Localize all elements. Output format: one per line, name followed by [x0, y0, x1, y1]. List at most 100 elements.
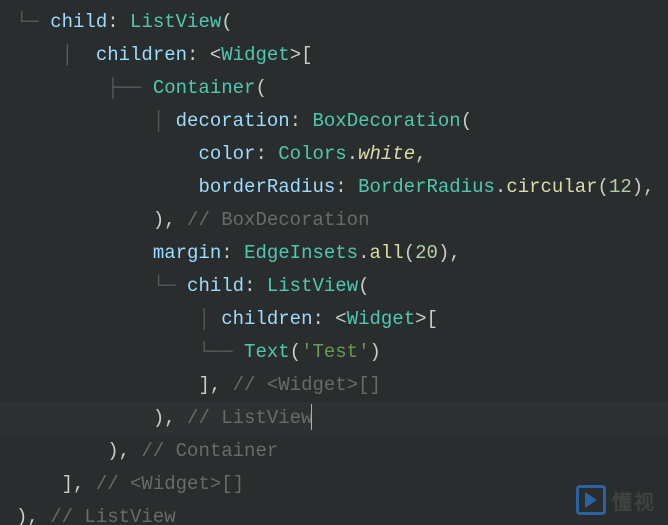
code-token: < [335, 308, 346, 330]
code-token: ( [221, 11, 232, 33]
code-line[interactable]: ├── Container( [0, 72, 668, 105]
code-token: 'Test' [301, 341, 369, 363]
code-token: : [335, 176, 358, 198]
code-token: . [495, 176, 506, 198]
code-token: Text [244, 341, 290, 363]
code-token: BorderRadius [358, 176, 495, 198]
code-token: circular [506, 176, 597, 198]
code-token: : [221, 242, 244, 264]
indent [16, 44, 62, 66]
indent [16, 440, 107, 462]
code-token: child [50, 11, 107, 33]
code-token: ) [632, 176, 643, 198]
code-token: ) [153, 209, 164, 231]
code-token: : [244, 275, 267, 297]
code-token: : [290, 110, 313, 132]
tree-guide: └─ [16, 11, 50, 33]
code-line[interactable]: ), // BoxDecoration [0, 204, 668, 237]
code-line[interactable]: │ children: <Widget>[ [0, 39, 668, 72]
code-token: ) [16, 506, 27, 525]
code-token: EdgeInsets [244, 242, 358, 264]
code-line[interactable]: ], // <Widget>[] [0, 468, 668, 501]
code-token: 20 [415, 242, 438, 264]
code-token: , [643, 176, 654, 198]
code-token: , [27, 506, 50, 525]
code-line[interactable]: color: Colors.white, [0, 138, 668, 171]
code-token: all [370, 242, 404, 264]
indent [16, 110, 153, 132]
code-line[interactable]: borderRadius: BorderRadius.circular(12), [0, 171, 668, 204]
code-token: , [210, 374, 233, 396]
code-token: [ [301, 44, 312, 66]
code-token: ) [369, 341, 380, 363]
code-token: , [164, 209, 187, 231]
code-token: children [221, 308, 312, 330]
indent [16, 473, 62, 495]
code-token: // ListView [187, 407, 312, 429]
code-token: margin [153, 242, 221, 264]
code-token: decoration [176, 110, 290, 132]
code-token: ( [290, 341, 301, 363]
tree-guide: │ [62, 44, 96, 66]
code-line[interactable]: ], // <Widget>[] [0, 369, 668, 402]
code-token: ] [62, 473, 73, 495]
code-token: ) [438, 242, 449, 264]
code-token: > [415, 308, 426, 330]
code-token: // Container [141, 440, 278, 462]
tree-guide: │ [153, 110, 176, 132]
code-token: . [347, 143, 358, 165]
code-token: , [164, 407, 187, 429]
code-token: children [96, 44, 187, 66]
code-token: , [73, 473, 96, 495]
code-token: , [449, 242, 460, 264]
code-editor[interactable]: └─ child: ListView( │ children: <Widget>… [0, 0, 668, 525]
code-token: : [312, 308, 335, 330]
code-token: , [119, 440, 142, 462]
code-token: Colors [278, 143, 346, 165]
code-token: ( [358, 275, 369, 297]
code-token: // <Widget>[] [96, 473, 244, 495]
code-line[interactable]: ), // Container [0, 435, 668, 468]
indent [16, 275, 153, 297]
code-token: ) [107, 440, 118, 462]
code-token: < [210, 44, 221, 66]
code-token: : [187, 44, 210, 66]
code-token: : [255, 143, 278, 165]
code-token: ListView [267, 275, 358, 297]
code-token: ( [461, 110, 472, 132]
code-line[interactable]: margin: EdgeInsets.all(20), [0, 237, 668, 270]
tree-guide: ├── [107, 77, 153, 99]
code-token: Widget [221, 44, 289, 66]
code-token: : [107, 11, 130, 33]
code-token: // BoxDecoration [187, 209, 369, 231]
tree-guide: └── [198, 341, 244, 363]
code-line[interactable]: └─ child: ListView( [0, 6, 668, 39]
code-line[interactable]: │ children: <Widget>[ [0, 303, 668, 336]
code-token: > [290, 44, 301, 66]
indent [16, 374, 198, 396]
tree-guide: └─ [153, 275, 187, 297]
code-line[interactable]: ), // ListView [0, 402, 668, 435]
code-token: [ [427, 308, 438, 330]
text-caret [311, 404, 312, 430]
code-line[interactable]: └── Text('Test') [0, 336, 668, 369]
code-token: ListView [130, 11, 221, 33]
code-token: BoxDecoration [312, 110, 460, 132]
indent [16, 176, 198, 198]
code-token: Container [153, 77, 256, 99]
code-token: borderRadius [198, 176, 335, 198]
indent [16, 209, 153, 231]
code-token: ( [598, 176, 609, 198]
code-token: ) [153, 407, 164, 429]
tree-guide: │ [198, 308, 221, 330]
code-token: Widget [347, 308, 415, 330]
indent [16, 242, 153, 264]
code-token: ] [198, 374, 209, 396]
code-token: // ListView [50, 506, 175, 525]
code-line[interactable]: └─ child: ListView( [0, 270, 668, 303]
code-line[interactable]: │ decoration: BoxDecoration( [0, 105, 668, 138]
code-line[interactable]: ), // ListView [0, 501, 668, 525]
code-token: 12 [609, 176, 632, 198]
indent [16, 77, 107, 99]
indent [16, 143, 198, 165]
